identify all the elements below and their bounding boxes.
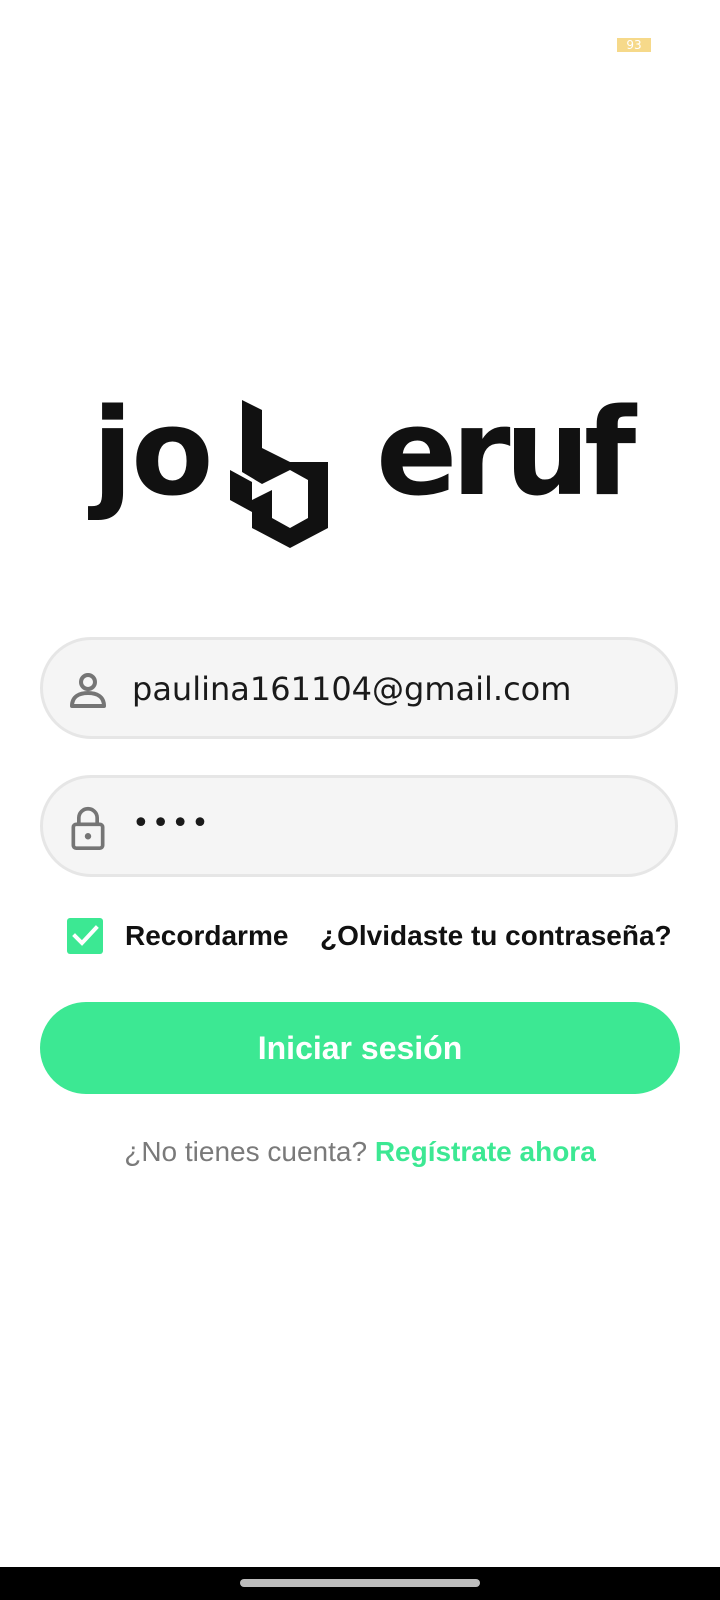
app-logo: jo eruf: [90, 394, 636, 554]
login-button[interactable]: Iniciar sesión: [40, 1002, 680, 1094]
home-indicator[interactable]: [240, 1579, 480, 1587]
battery-indicator: 93: [617, 38, 651, 52]
logo-mark-icon: [230, 400, 328, 548]
signup-row: ¿No tienes cuenta? Regístrate ahora: [0, 1136, 720, 1168]
email-value: paulina161104@gmail.com: [132, 670, 572, 708]
logo-text-right: eruf: [376, 384, 636, 523]
email-field[interactable]: paulina161104@gmail.com: [40, 637, 678, 739]
remember-checkbox[interactable]: [67, 918, 103, 954]
forgot-password-link[interactable]: ¿Olvidaste tu contraseña?: [320, 920, 672, 952]
signup-prompt: ¿No tienes cuenta?: [124, 1136, 368, 1167]
lock-icon: [71, 806, 105, 850]
logo-text-left: jo: [92, 384, 214, 523]
check-icon: [72, 925, 99, 946]
system-nav-bar: [0, 1567, 720, 1600]
password-value: ••••: [132, 806, 211, 841]
person-icon: [70, 673, 106, 708]
password-field[interactable]: ••••: [40, 775, 678, 877]
remember-label[interactable]: Recordarme: [125, 920, 288, 952]
signup-link[interactable]: Regístrate ahora: [375, 1136, 596, 1167]
